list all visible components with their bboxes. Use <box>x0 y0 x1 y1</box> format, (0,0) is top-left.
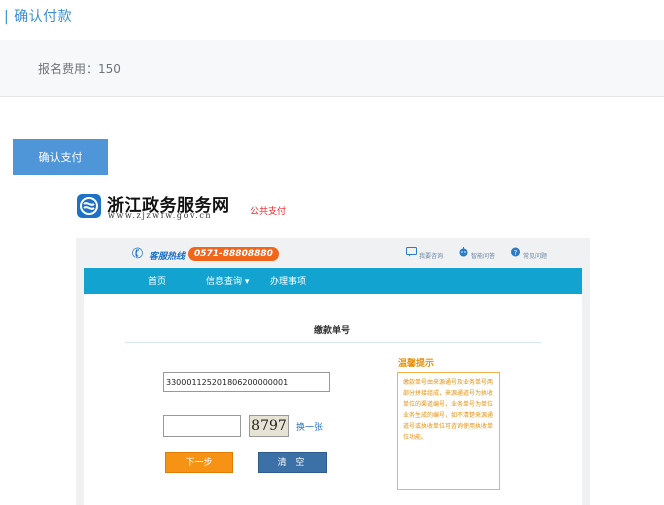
nav-handle-matters[interactable]: 办理事项 <box>270 274 306 287</box>
zjzwfw-logo-icon <box>77 194 101 218</box>
tips-title: 温馨提示 <box>398 359 435 369</box>
section-title: | 确认付款 <box>4 9 73 25</box>
top-link-faq[interactable]: 常见问题 <box>523 251 547 260</box>
tips-box: 缴款单号由来源通号及业务单号两部分拼接组成，来源通道号为执收单位的渠道编号，业务… <box>397 372 500 490</box>
form-title: 缴款单号 <box>314 326 351 336</box>
site-url: www.zjzwfw.gov.cn <box>108 211 213 220</box>
hotline-label: 客服热线 <box>149 252 186 262</box>
captcha-input[interactable] <box>163 415 241 437</box>
divider <box>125 342 541 343</box>
top-link-consult[interactable]: 我要咨询 <box>419 251 443 260</box>
clear-button[interactable]: 清 空 <box>258 452 327 473</box>
svg-text:?: ? <box>514 249 518 257</box>
hotline-number: 0571-88808880 <box>188 247 279 261</box>
next-button[interactable]: 下一步 <box>165 452 233 473</box>
chat-icon <box>406 247 417 257</box>
confirm-pay-button[interactable]: 确认支付 <box>13 139 108 175</box>
public-payment-label: 公共支付 <box>250 207 287 217</box>
captcha-image: 8797 <box>249 415 289 437</box>
help-icon: ? <box>511 247 520 257</box>
order-number-input[interactable]: 330001125201806200000001 <box>163 372 330 392</box>
fee-amount: 报名费用：150 <box>38 62 121 76</box>
nav-home[interactable]: 首页 <box>148 274 166 287</box>
top-link-qa[interactable]: 智能问答 <box>471 251 495 260</box>
nav-info-query[interactable]: 信息查询 ▾ <box>206 274 249 287</box>
refresh-captcha-link[interactable]: 换一张 <box>296 420 323 433</box>
robot-icon <box>459 247 468 257</box>
